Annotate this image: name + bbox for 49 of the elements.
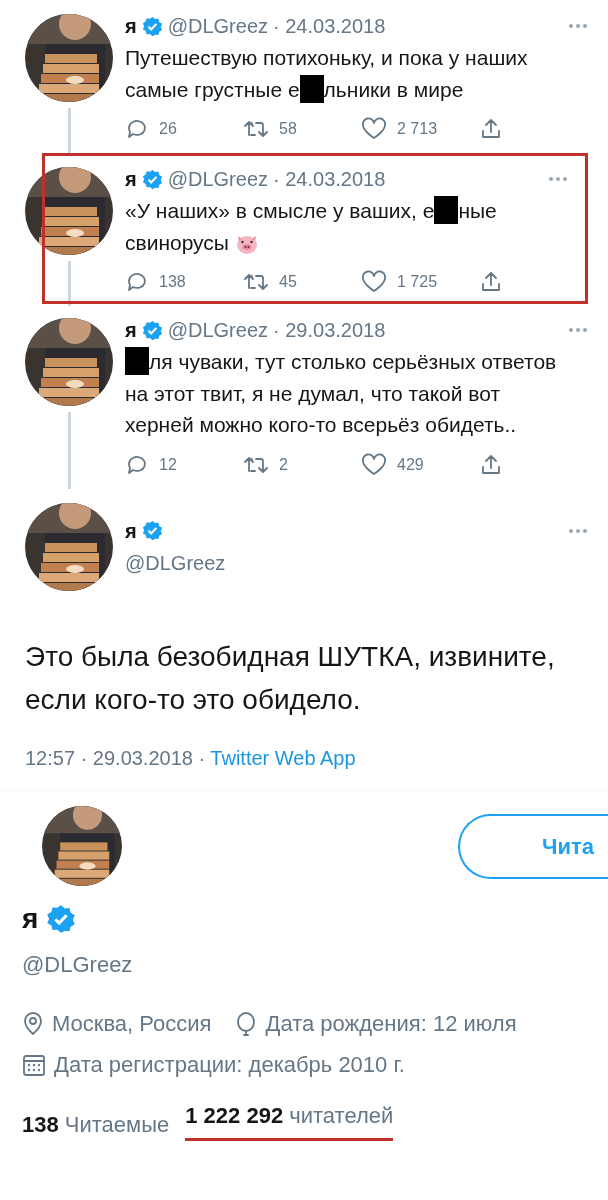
user-name: я: [125, 14, 137, 38]
heart-icon[interactable]: [361, 270, 387, 294]
retweet-count: 58: [279, 119, 297, 139]
location-pin-icon: [22, 1011, 44, 1036]
profile-handle: @DLGreez: [22, 951, 134, 980]
user-name: я: [125, 518, 137, 543]
share-icon[interactable]: [479, 452, 503, 477]
balloon-icon: [235, 1011, 258, 1036]
more-icon[interactable]: [568, 23, 588, 29]
birthday-text: Дата рождения: 12 июля: [265, 1010, 517, 1039]
following-count-link[interactable]: 138 Читаемые: [22, 1108, 170, 1142]
user-handle: @DLGreez: [167, 318, 268, 342]
user-name: я: [125, 318, 137, 342]
heart-icon[interactable]: [361, 452, 387, 477]
tweet-date: · 29.03.2018: [273, 318, 386, 342]
reply-icon[interactable]: [125, 117, 149, 141]
reply-count: 138: [159, 272, 186, 292]
like-count: 1 725: [397, 272, 438, 292]
reply-count: 12: [159, 454, 177, 475]
more-icon[interactable]: [568, 527, 588, 534]
more-icon[interactable]: [568, 327, 588, 333]
tweet-date: · 24.03.2018: [273, 14, 386, 38]
join-date-text: Дата регистрации: декабрь 2010 г.: [54, 1051, 405, 1080]
user-name: я: [125, 167, 137, 191]
tweet-text: «У наших» в смысле у ваших, е ные свинорусы: [125, 195, 568, 258]
like-count: 2 713: [397, 119, 438, 139]
redaction-bar: [299, 74, 324, 103]
reply-icon[interactable]: [125, 270, 149, 294]
heart-icon[interactable]: [361, 117, 387, 141]
share-icon[interactable]: [479, 270, 503, 294]
retweet-count: 45: [279, 272, 297, 292]
like-count: 429: [397, 454, 424, 475]
reply-count: 26: [159, 119, 177, 139]
redaction-bar: [434, 196, 459, 224]
location-text: Москва, Россия: [52, 1010, 212, 1039]
user-handle: @DLGreez: [125, 550, 227, 575]
user-handle: @DLGreez: [167, 167, 268, 191]
profile-name: я: [22, 902, 39, 937]
share-icon[interactable]: [479, 117, 503, 141]
user-handle: @DLGreez: [167, 14, 268, 38]
retweet-count: 2: [279, 454, 288, 475]
tweet-text: ля чуваки, тут столько серьёзных ответов на этот твит, я не думал, что такой вот херней можно кого-то всерьёз обидеть..: [125, 346, 588, 441]
followers-count-link[interactable]: 1 222 292 читателей: [185, 1099, 394, 1142]
redaction-bar: [125, 347, 149, 375]
tweet-date: · 24.03.2018: [273, 167, 386, 191]
tweet-text: Это была безобидная ШУТКА, извините, если кого-то это обидело.: [25, 639, 556, 717]
more-icon[interactable]: [548, 176, 568, 182]
calendar-icon: [22, 1052, 46, 1077]
tweet-timestamp: 12:57 · 29.03.2018 ·: [25, 747, 207, 770]
